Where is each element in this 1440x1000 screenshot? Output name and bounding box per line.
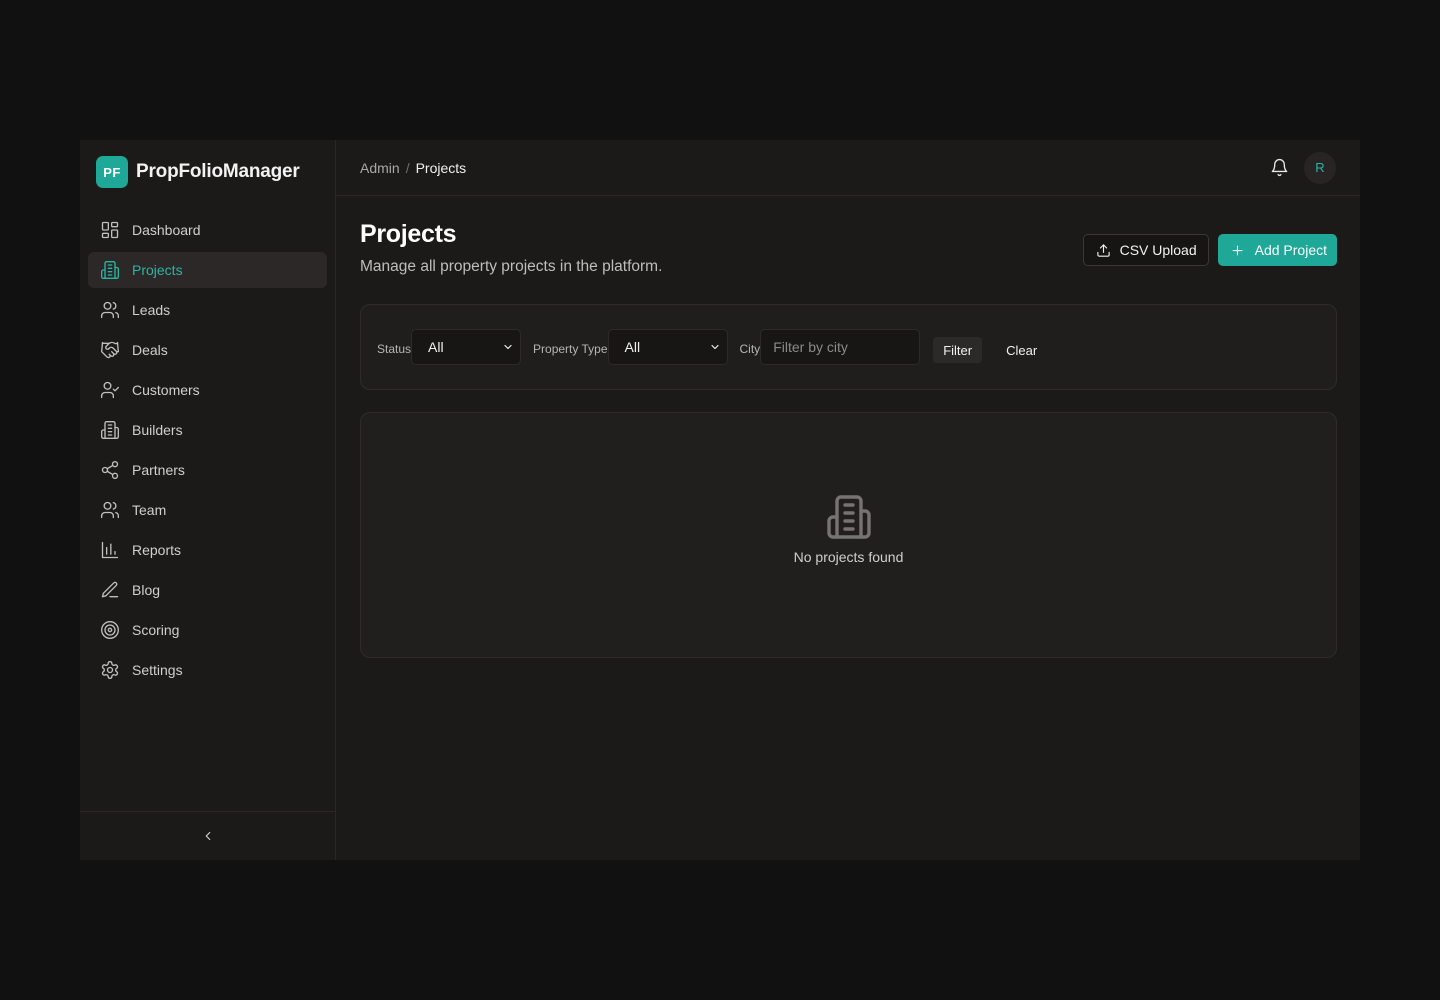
csv-upload-label: CSV Upload <box>1119 242 1197 258</box>
filter-button[interactable]: Filter <box>933 337 983 363</box>
sidebar-item-team[interactable]: Team <box>88 492 327 528</box>
sidebar-item-partners[interactable]: Partners <box>88 452 327 488</box>
city-label: City <box>739 342 761 356</box>
content: Projects Manage all property projects in… <box>336 196 1360 658</box>
property-type-label: Property Type <box>533 342 608 356</box>
status-select-value: All <box>428 339 444 355</box>
sidebar-item-label: Blog <box>132 582 161 598</box>
topbar: Admin / Projects R <box>336 140 1360 196</box>
sidebar-item-deals[interactable]: Deals <box>88 332 327 368</box>
avatar[interactable]: R <box>1304 151 1336 184</box>
sidebar-item-scoring[interactable]: Scoring <box>88 612 327 648</box>
sidebar: PF PropFolioManager Dashboard Projects L… <box>80 140 336 860</box>
sidebar-item-label: Builders <box>132 422 183 438</box>
target-icon <box>100 620 120 640</box>
dashboard-icon <box>100 220 120 240</box>
sidebar-item-label: Deals <box>132 342 168 358</box>
users-icon <box>100 500 120 520</box>
sidebar-item-customers[interactable]: Customers <box>88 372 327 408</box>
building-icon <box>100 260 120 280</box>
sidebar-item-blog[interactable]: Blog <box>88 572 327 608</box>
gear-icon <box>100 660 120 680</box>
page-title: Projects <box>360 220 457 248</box>
page-header: Projects Manage all property projects in… <box>360 220 1337 304</box>
sidebar-item-leads[interactable]: Leads <box>88 292 327 328</box>
app-window: PF PropFolioManager Dashboard Projects L… <box>80 140 1360 860</box>
breadcrumb-current: Projects <box>415 159 467 176</box>
upload-icon <box>1096 243 1110 257</box>
breadcrumb-separator: / <box>405 159 410 176</box>
top-actions: R <box>1268 151 1336 184</box>
chevron-left-icon <box>205 831 210 841</box>
brand-logo: PF <box>96 156 128 188</box>
add-project-button[interactable]: Add Project <box>1217 234 1337 266</box>
sidebar-item-label: Team <box>132 502 167 518</box>
sidebar-item-label: Projects <box>132 262 183 278</box>
handshake-icon <box>100 340 120 360</box>
sidebar-item-label: Dashboard <box>132 222 201 238</box>
sidebar-item-label: Scoring <box>132 622 180 638</box>
user-check-icon <box>100 380 120 400</box>
empty-state-message: No projects found <box>793 549 904 565</box>
sidebar-footer <box>80 811 335 860</box>
breadcrumb: Admin / Projects <box>360 160 466 176</box>
plus-icon <box>1232 245 1243 255</box>
chevron-down-icon <box>504 344 512 350</box>
breadcrumb-admin[interactable]: Admin <box>360 160 400 176</box>
csv-upload-button[interactable]: CSV Upload <box>1082 234 1209 266</box>
notifications-button[interactable] <box>1268 157 1290 179</box>
brand-name: PropFolioManager <box>136 161 300 182</box>
bar-chart-icon <box>100 540 120 560</box>
pen-icon <box>100 580 120 600</box>
main-area: Admin / Projects R Projects Manage all p… <box>336 140 1360 860</box>
add-project-label: Add Project <box>1254 242 1327 258</box>
chevron-down-icon <box>710 344 719 350</box>
property-type-select-value: All <box>624 339 641 355</box>
users-icon <box>100 300 120 320</box>
sidebar-item-label: Leads <box>132 302 171 318</box>
sidebar-item-settings[interactable]: Settings <box>88 652 327 688</box>
status-select[interactable]: All <box>411 329 522 365</box>
bell-icon <box>1271 158 1287 177</box>
building-icon <box>100 420 120 440</box>
sidebar-item-projects[interactable]: Projects <box>88 252 327 288</box>
building-icon <box>825 493 873 541</box>
property-type-select[interactable]: All <box>607 329 728 365</box>
header-actions: CSV Upload Add Project <box>1082 234 1337 266</box>
sidebar-nav: Dashboard Projects Leads Deals Customers… <box>80 204 335 692</box>
brand[interactable]: PF PropFolioManager <box>80 140 335 204</box>
sidebar-item-label: Settings <box>132 662 183 678</box>
collapse-sidebar-button[interactable] <box>196 824 220 848</box>
city-filter-input[interactable] <box>760 329 921 365</box>
status-label: Status <box>377 342 412 356</box>
sidebar-item-label: Reports <box>132 542 182 558</box>
sidebar-item-builders[interactable]: Builders <box>88 412 327 448</box>
page-subtitle: Manage all property projects in the plat… <box>360 258 663 275</box>
sidebar-item-reports[interactable]: Reports <box>88 532 327 568</box>
sidebar-item-label: Partners <box>132 462 185 478</box>
filter-bar: Status All Property Type All City Filter… <box>360 304 1337 390</box>
sidebar-item-label: Customers <box>132 382 200 398</box>
clear-button[interactable]: Clear <box>1006 343 1037 358</box>
share-icon <box>100 460 120 480</box>
projects-list-empty: No projects found <box>360 412 1337 658</box>
sidebar-item-dashboard[interactable]: Dashboard <box>88 212 327 248</box>
